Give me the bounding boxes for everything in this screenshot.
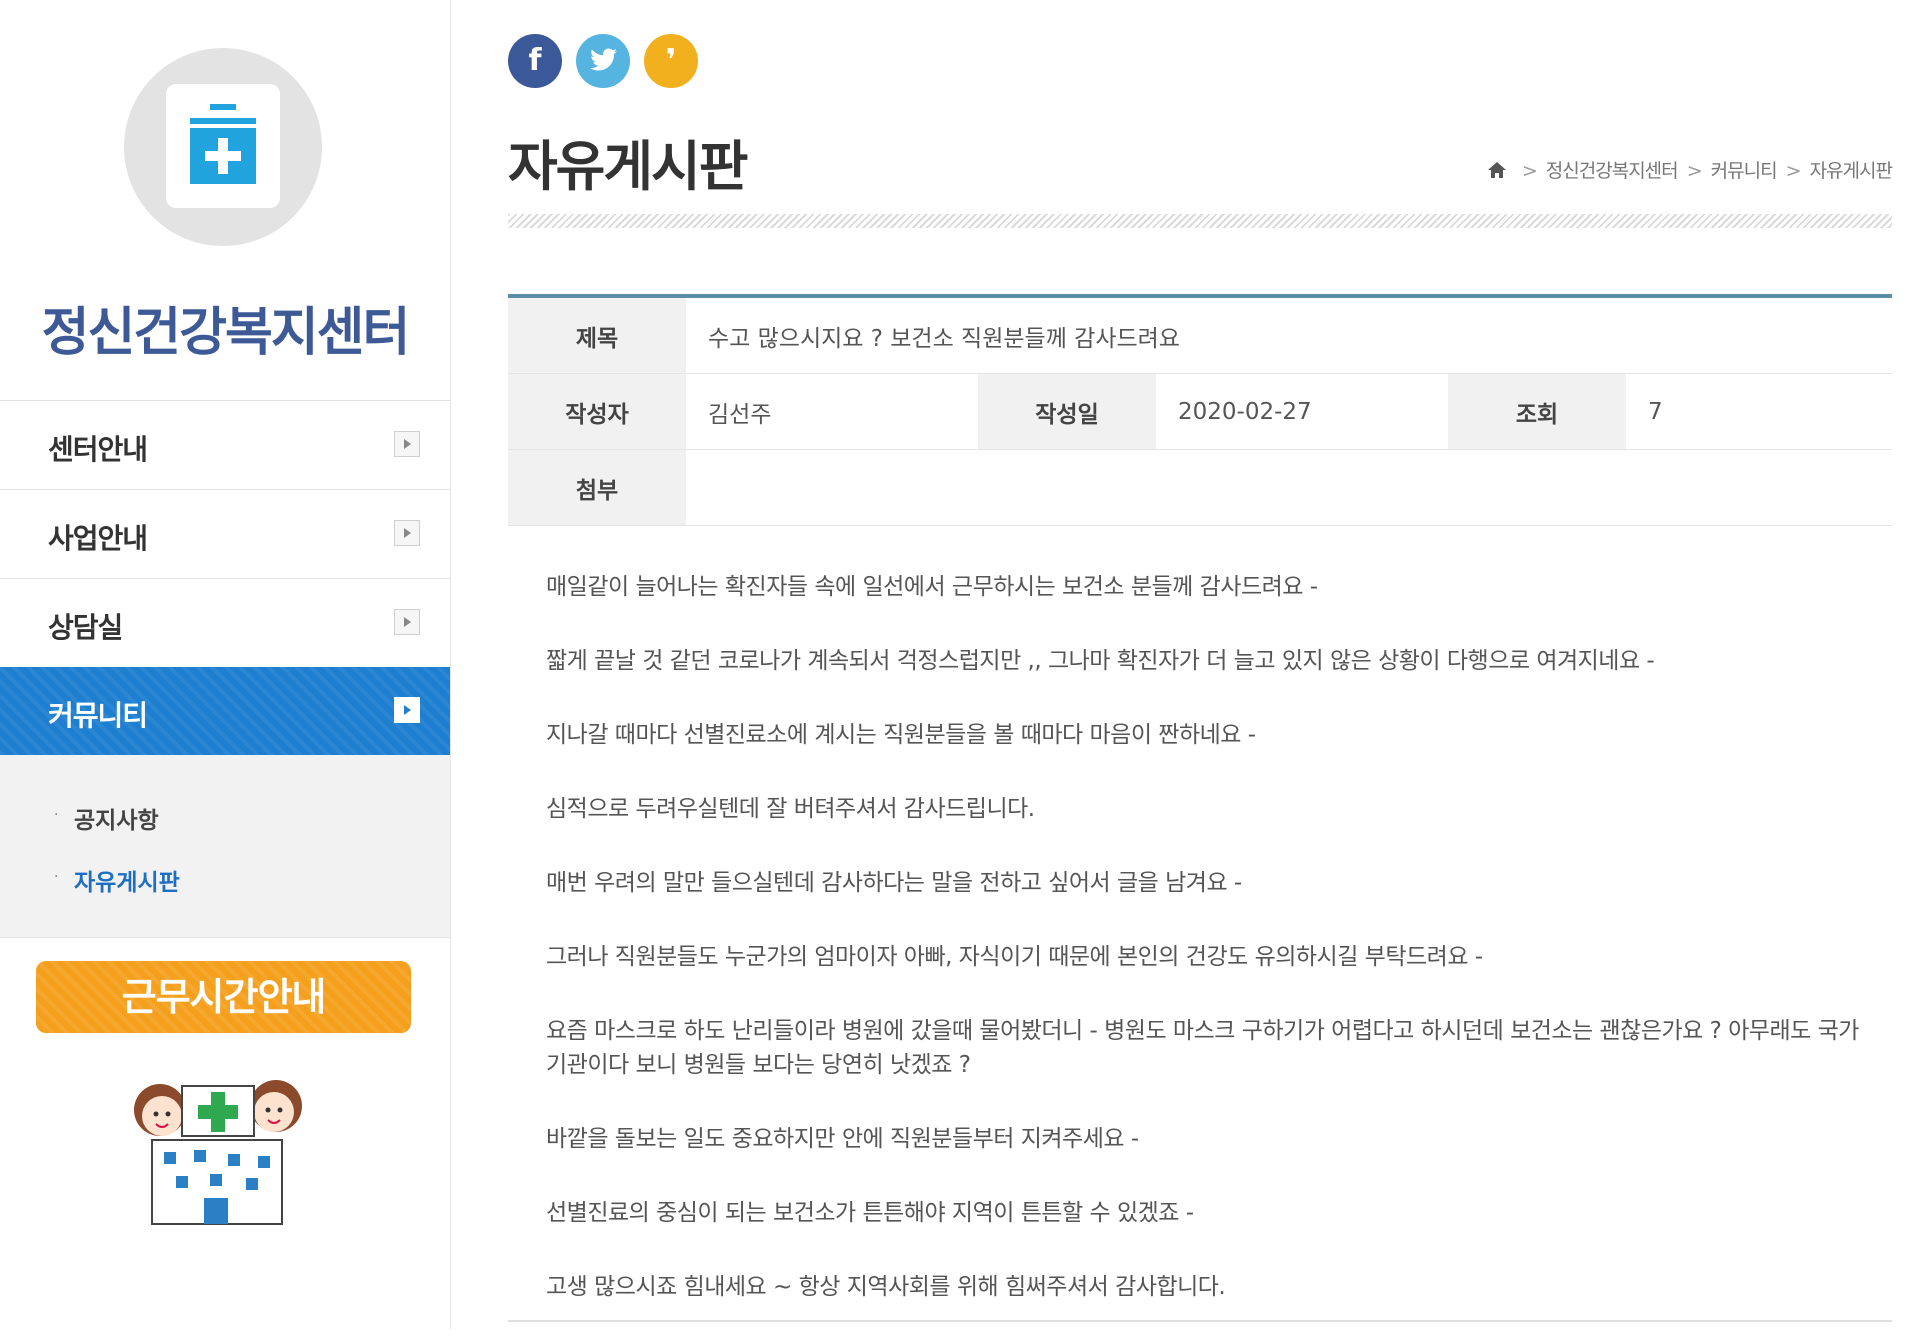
facebook-share-button[interactable]: f — [508, 34, 562, 88]
community-submenu: · 공지사항 · 자유게시판 — [0, 755, 450, 938]
work-hours-button[interactable]: 근무시간안내 — [36, 961, 411, 1033]
sidebar-item-counseling[interactable]: 상담실 — [0, 578, 450, 667]
post-paragraph: 짧게 끝날 것 같던 코로나가 계속되서 걱정스럽지만 ,, 그나마 확진자가 … — [546, 648, 1655, 674]
submenu-item-notice[interactable]: · 공지사항 — [0, 785, 450, 847]
post-date: 2020-02-27 — [1156, 373, 1448, 450]
table-row: 작성자 김선주 작성일 2020-02-27 조회 7 — [508, 373, 1892, 450]
facebook-icon: f — [528, 43, 542, 78]
twitter-icon — [590, 48, 617, 71]
breadcrumb-item[interactable]: 커뮤니티 — [1711, 160, 1778, 182]
sidebar-item-label: 센터안내 — [48, 433, 148, 466]
hospital-illustration — [134, 1080, 302, 1225]
medical-kit-icon — [190, 104, 256, 184]
bullet-icon: · — [54, 869, 59, 885]
post-paragraph: 그러나 직원분들도 누군가의 엄마이자 아빠, 자식이기 때문에 본인의 건강도… — [546, 944, 1483, 970]
date-label: 작성일 — [978, 373, 1156, 450]
submenu-item-label: 공지사항 — [74, 808, 159, 834]
chevron-right-icon — [394, 609, 420, 635]
breadcrumb-separator: > — [1785, 160, 1802, 182]
post-paragraph: 바깥을 돌보는 일도 중요하지만 안에 직원분들부터 지켜주세요 - — [546, 1126, 1139, 1152]
post-author: 김선주 — [686, 373, 978, 450]
post-body: 매일같이 늘어나는 확진자들 속에 일선에서 근무하시는 보건소 분들께 감사드… — [546, 570, 1886, 1344]
post-attachment[interactable] — [686, 449, 1892, 526]
table-row: 제목 수고 많으시지요 ? 보건소 직원분들께 감사드려요 — [508, 296, 1892, 374]
twitter-share-button[interactable] — [576, 34, 630, 88]
table-row: 첨부 — [508, 449, 1892, 526]
post-paragraph: 고생 많으시죠 힘내세요 ~ 항상 지역사회를 위해 힘써주셔서 감사합니다. — [546, 1274, 1226, 1300]
page-title: 자유게시판 — [508, 135, 748, 198]
sidebar-item-label: 상담실 — [48, 611, 123, 644]
post-paragraph: 지나갈 때마다 선별진료소에 계시는 직원분들을 볼 때마다 마음이 짠하네요 … — [546, 722, 1256, 748]
breadcrumb-separator: > — [1521, 160, 1538, 182]
center-logo[interactable] — [124, 48, 322, 246]
breadcrumb-item[interactable]: 자유게시판 — [1810, 160, 1893, 182]
breadcrumb-item[interactable]: 정신건강복지센터 — [1546, 160, 1679, 182]
kakao-share-button[interactable]: ❜ — [644, 34, 698, 88]
bullet-icon: · — [54, 807, 59, 823]
views-label: 조회 — [1448, 373, 1626, 450]
title-divider — [508, 214, 1892, 228]
kakao-icon: ❜ — [665, 43, 677, 78]
sidebar-item-label: 커뮤니티 — [48, 699, 148, 732]
post-paragraph: 요즘 마스크로 하도 난리들이라 병원에 갔을때 물어봤더니 - 병원도 마스크… — [546, 1018, 1859, 1078]
post-paragraph: 매일같이 늘어나는 확진자들 속에 일선에서 근무하시는 보건소 분들께 감사드… — [546, 574, 1318, 600]
post-paragraph: 심적으로 두려우실텐데 잘 버텨주셔서 감사드립니다. — [546, 796, 1035, 822]
post-paragraph: 선별진료의 중심이 되는 보건소가 튼튼해야 지역이 튼튼할 수 있겠죠 - — [546, 1200, 1194, 1226]
center-title: 정신건강복지센터 — [41, 303, 411, 363]
subject-label: 제목 — [508, 296, 686, 374]
sidebar-item-business-info[interactable]: 사업안내 — [0, 489, 450, 578]
post-info-table: 제목 수고 많으시지요 ? 보건소 직원분들께 감사드려요 작성자 김선주 작성… — [508, 294, 1892, 526]
post-subject: 수고 많으시지요 ? 보건소 직원분들께 감사드려요 — [686, 296, 1892, 374]
post-views: 7 — [1626, 373, 1892, 450]
submenu-item-label: 자유게시판 — [74, 870, 180, 896]
chevron-right-icon — [394, 697, 420, 723]
home-icon[interactable] — [1487, 161, 1507, 179]
attachment-label: 첨부 — [508, 449, 686, 526]
chevron-right-icon — [394, 520, 420, 546]
sidebar-item-label: 사업안내 — [48, 522, 148, 555]
sidebar-item-community[interactable]: 커뮤니티 — [0, 667, 450, 755]
breadcrumb: > 정신건강복지센터 > 커뮤니티 > 자유게시판 — [1487, 156, 1893, 183]
sidebar-menu: 센터안내 사업안내 상담실 커뮤니티 · 공지사항 · 자유게시판 — [0, 400, 450, 938]
chevron-right-icon — [394, 431, 420, 457]
submenu-item-free-board[interactable]: · 자유게시판 — [0, 847, 450, 909]
sidebar-item-center-info[interactable]: 센터안내 — [0, 400, 450, 489]
content-bottom-divider — [508, 1320, 1892, 1322]
logo-badge — [166, 84, 280, 208]
breadcrumb-separator: > — [1686, 160, 1703, 182]
author-label: 작성자 — [508, 373, 686, 450]
sidebar: 정신건강복지센터 센터안내 사업안내 상담실 커뮤니티 · 공지사항 · 자유게… — [0, 0, 451, 1329]
post-paragraph: 매번 우려의 말만 들으실텐데 감사하다는 말을 전하고 싶어서 글을 남겨요 … — [546, 870, 1242, 896]
